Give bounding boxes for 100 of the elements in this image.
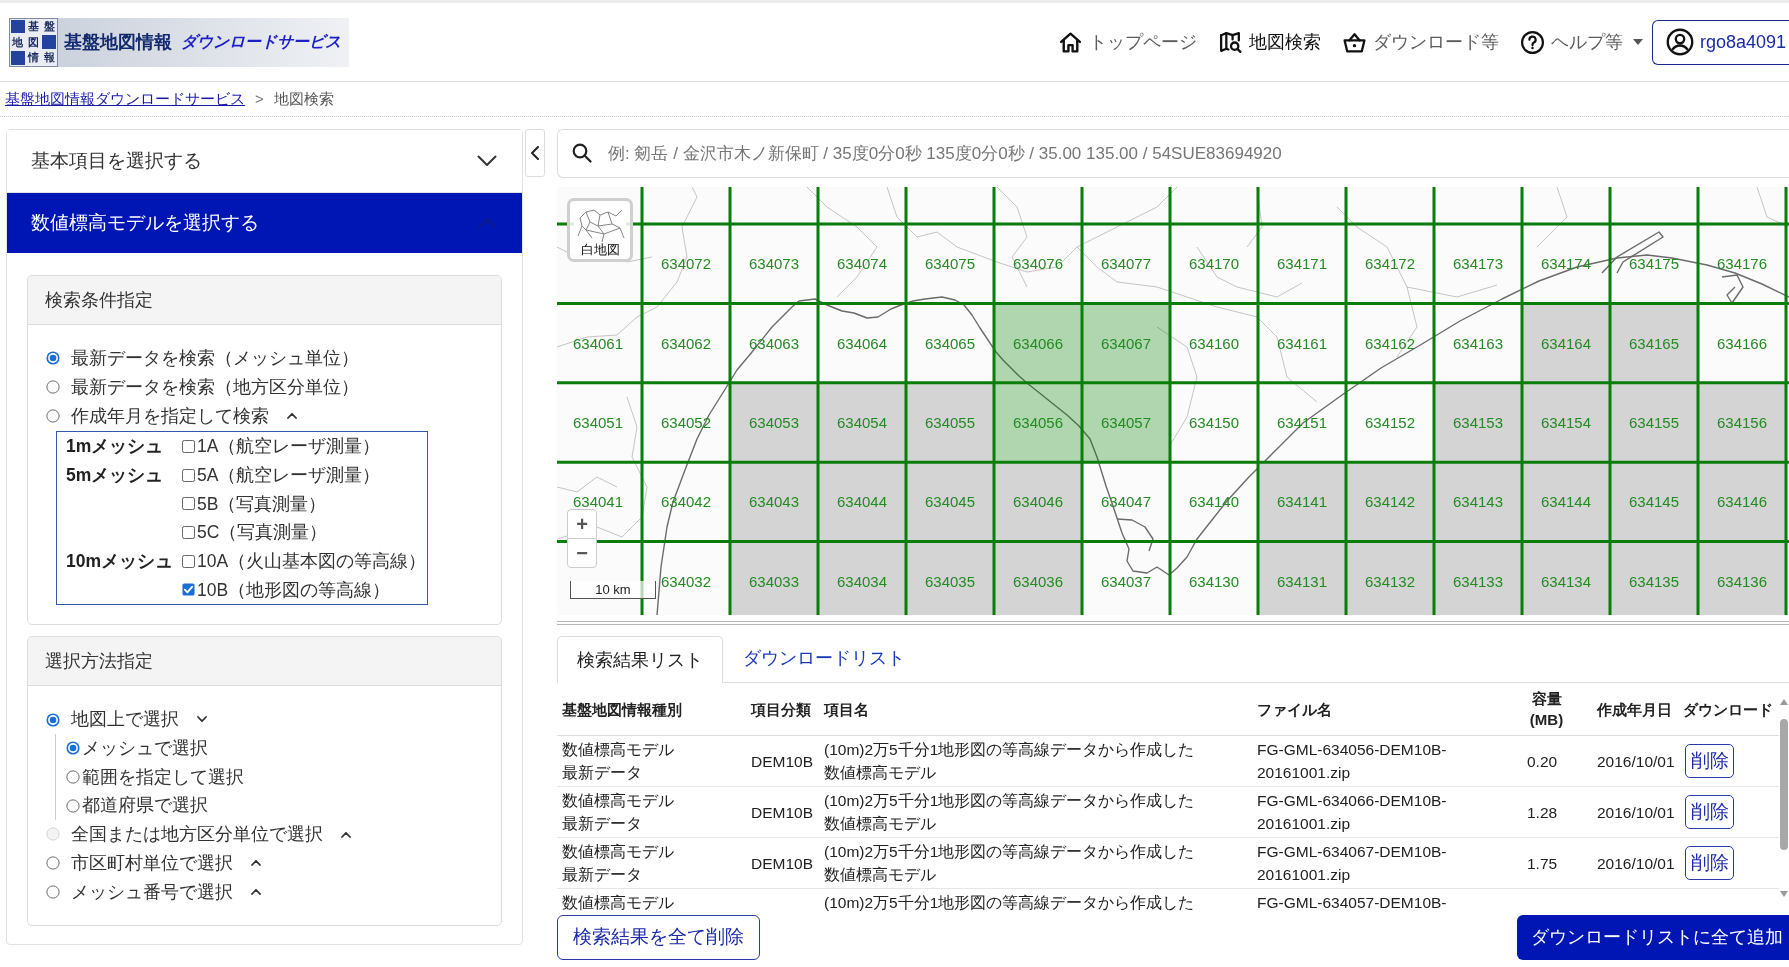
mesh-cell[interactable]: 634144	[1522, 462, 1610, 542]
radio-option[interactable]: 市区町村単位で選択	[46, 849, 233, 877]
mesh-label[interactable]: 634172	[1364, 255, 1416, 273]
scrollbar-thumb[interactable]	[1780, 719, 1788, 850]
radio-button[interactable]	[66, 798, 80, 813]
radio-button[interactable]	[46, 380, 60, 395]
mesh-label[interactable]: 634077	[1100, 255, 1152, 273]
radio-option[interactable]: 作成年月を指定して検索	[46, 402, 269, 429]
nav-link[interactable]: ヘルプ等	[1519, 28, 1643, 56]
mesh-cell[interactable]: 634046	[994, 462, 1082, 542]
user-menu-button[interactable]: rgo8a4091	[1651, 19, 1789, 65]
radio-button[interactable]	[46, 408, 60, 423]
mesh-cell[interactable]: 634034	[818, 541, 906, 615]
radio-option[interactable]: 範囲を指定して選択	[66, 763, 244, 791]
chevron-up-icon[interactable]	[251, 859, 261, 867]
mesh-cell[interactable]: 634033	[730, 541, 818, 615]
zoom-out-button[interactable]: −	[567, 538, 597, 568]
mesh-cell[interactable]: 634067	[1082, 303, 1170, 383]
mesh-label[interactable]: 634170	[1188, 255, 1240, 273]
mesh-cell[interactable]: 634153	[1434, 382, 1522, 463]
mesh-label[interactable]: 634047	[1100, 493, 1152, 511]
mesh-cell[interactable]: 634043	[730, 462, 818, 542]
mesh-label[interactable]: 634037	[1100, 572, 1152, 590]
mesh-cell[interactable]: 634053	[730, 382, 818, 463]
mesh-cell[interactable]: 634145	[1610, 462, 1698, 542]
mesh-cell[interactable]: 634036	[994, 541, 1082, 615]
mesh-cell[interactable]: 634044	[818, 462, 906, 542]
delete-button[interactable]: 削除	[1685, 795, 1734, 829]
mesh-cell[interactable]: 634143	[1434, 462, 1522, 542]
mesh-label[interactable]: 634064	[836, 334, 888, 352]
nav-link[interactable]: ダウンロード等	[1341, 28, 1499, 56]
mesh-label[interactable]: 634166	[1716, 334, 1768, 352]
radio-button[interactable]	[46, 855, 60, 870]
radio-button[interactable]	[66, 741, 80, 756]
accordion-header[interactable]: 基本項目を選択する	[7, 130, 522, 193]
checkbox-option[interactable]: 5C（写真測量）	[182, 518, 381, 547]
nav-link[interactable]: トップページ	[1057, 28, 1197, 56]
mesh-label[interactable]: 634065	[924, 334, 976, 352]
delete-button[interactable]: 削除	[1685, 744, 1734, 778]
radio-option[interactable]: 最新データを検索（地方区分単位）	[46, 373, 359, 401]
nav-link[interactable]: 地図検索	[1217, 28, 1321, 56]
radio-option[interactable]: 地図上で選択	[46, 706, 179, 733]
mesh-cell[interactable]: 634154	[1522, 382, 1610, 463]
radio-button[interactable]	[46, 351, 60, 366]
breadcrumb-link[interactable]: 基盤地図情報ダウンロードサービス	[5, 87, 245, 111]
mesh-label[interactable]: 634063	[748, 334, 800, 352]
clear-results-button[interactable]: 検索結果を全て削除	[557, 915, 760, 960]
down-arrow-icon[interactable]	[1780, 891, 1788, 897]
mesh-label[interactable]: 634075	[924, 255, 976, 273]
up-arrow-icon[interactable]	[1780, 699, 1788, 705]
chevron-up-icon[interactable]	[287, 412, 297, 420]
mesh-cell[interactable]: 634057	[1082, 382, 1170, 463]
mesh-label[interactable]: 634073	[748, 255, 800, 273]
mesh-cell[interactable]: 634135	[1610, 541, 1698, 615]
delete-button[interactable]: 削除	[1685, 846, 1734, 880]
mesh-label[interactable]: 634162	[1364, 334, 1416, 352]
mesh-cell[interactable]: 634056	[994, 382, 1082, 463]
collapse-panel-button[interactable]	[525, 129, 545, 177]
radio-option[interactable]: 都道府県で選択	[66, 792, 208, 819]
radio-button[interactable]	[46, 712, 60, 727]
checkbox[interactable]	[182, 525, 195, 539]
chevron-down-icon[interactable]	[197, 716, 207, 724]
checkbox[interactable]	[182, 583, 195, 597]
mesh-cell[interactable]: 634155	[1610, 382, 1698, 463]
mesh-cell[interactable]: 634134	[1522, 541, 1610, 615]
mesh-cell[interactable]: 634132	[1346, 541, 1434, 615]
radio-option[interactable]: メッシュ番号で選択	[46, 878, 233, 905]
mesh-label[interactable]: 634062	[660, 334, 712, 352]
mesh-label[interactable]: 634042	[660, 493, 712, 511]
add-all-to-download-list-button[interactable]: ダウンロードリストに全て追加	[1517, 915, 1789, 960]
mesh-label[interactable]: 634076	[1012, 255, 1064, 273]
checkbox-option[interactable]: 5B（写真測量）	[182, 489, 381, 519]
mesh-label[interactable]: 634130	[1188, 572, 1240, 590]
checkbox-option[interactable]: 5A（航空レーザ測量）	[182, 460, 381, 490]
logo-banner[interactable]: 基 盤 地 図 情 報 基盤地図情報 ダウンロードサービス	[9, 17, 349, 67]
tab[interactable]: ダウンロードリスト	[723, 635, 925, 682]
checkbox[interactable]	[182, 497, 195, 511]
mesh-cell[interactable]: 634165	[1610, 303, 1698, 383]
mesh-cell[interactable]: 634136	[1698, 541, 1786, 615]
mesh-cell[interactable]: 634142	[1346, 462, 1434, 542]
mesh-label[interactable]: 634041	[572, 493, 624, 511]
mesh-cell[interactable]: 634133	[1434, 541, 1522, 615]
checkbox[interactable]	[182, 439, 195, 453]
mesh-cell[interactable]: 634066	[994, 303, 1082, 383]
mesh-cell[interactable]: 634054	[818, 382, 906, 463]
radio-option[interactable]: 最新データを検索（メッシュ単位）	[46, 345, 359, 372]
mesh-cell[interactable]: 634055	[906, 382, 994, 463]
mesh-label[interactable]: 634152	[1364, 413, 1416, 431]
mesh-label[interactable]: 634032	[660, 572, 712, 590]
mesh-label[interactable]: 634160	[1188, 334, 1240, 352]
mesh-cell[interactable]: 634156	[1698, 382, 1786, 463]
checkbox-option[interactable]: 1A（航空レーザ測量）	[182, 432, 381, 461]
checkbox[interactable]	[182, 468, 195, 482]
mesh-label[interactable]: 634176	[1716, 255, 1768, 273]
chevron-up-icon[interactable]	[251, 888, 261, 896]
checkbox[interactable]	[182, 554, 195, 568]
mesh-label[interactable]: 634051	[572, 413, 624, 431]
mesh-label[interactable]: 634150	[1188, 413, 1240, 431]
mesh-cell[interactable]: 634141	[1258, 462, 1346, 542]
mesh-cell[interactable]: 634164	[1522, 303, 1610, 383]
